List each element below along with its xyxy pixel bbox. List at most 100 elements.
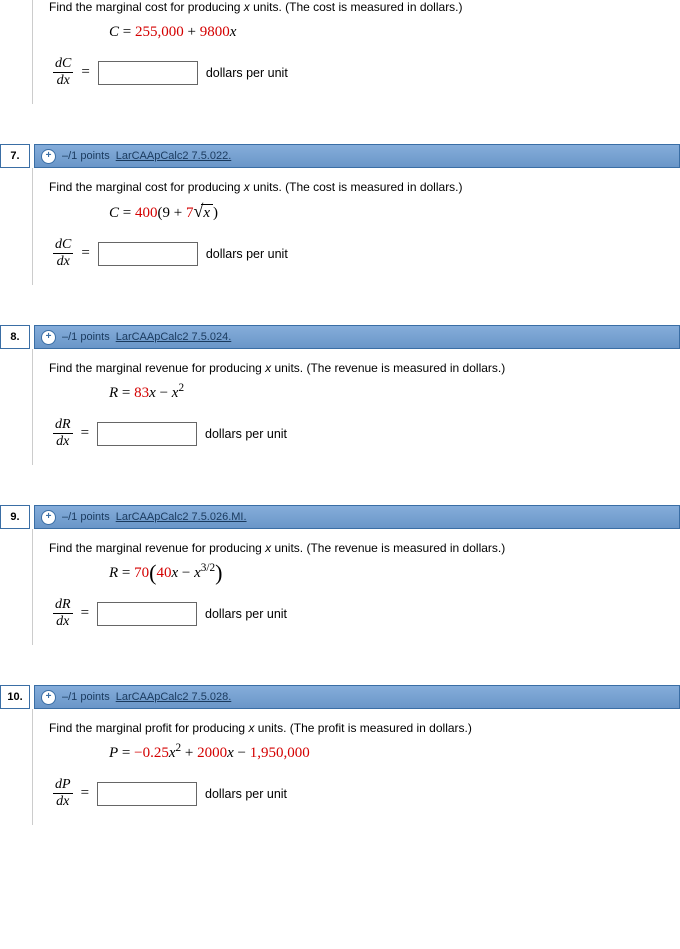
formula-eq: = xyxy=(118,565,134,581)
question-header: 9. + –/1 points LarCAApCalc2 7.5.026.MI. xyxy=(0,505,680,529)
deriv-top: dC xyxy=(53,57,73,73)
answer-row: dR dx = dollars per unit xyxy=(53,598,670,629)
question-number: 9. xyxy=(0,505,30,529)
expand-icon[interactable]: + xyxy=(41,149,56,164)
question-header-bar: + –/1 points LarCAApCalc2 7.5.028. xyxy=(34,685,680,709)
deriv-top: dP xyxy=(53,778,73,794)
answer-input[interactable] xyxy=(97,782,197,806)
prompt-part-b: units. (The revenue is measured in dolla… xyxy=(271,541,505,555)
question-header-bar: + –/1 points LarCAApCalc2 7.5.026.MI. xyxy=(34,505,680,529)
deriv-bot: dx xyxy=(56,794,69,809)
formula-lhs: P xyxy=(109,745,118,761)
deriv-top: dR xyxy=(53,598,73,614)
expand-icon[interactable]: + xyxy=(41,510,56,525)
points-text: –/1 points xyxy=(62,331,110,343)
formula-eq: = xyxy=(119,24,135,40)
question-content: Find the marginal profit for producing x… xyxy=(32,709,680,825)
prompt-text: Find the marginal revenue for producing … xyxy=(49,361,670,375)
formula-x2: x xyxy=(227,745,234,761)
reference-link[interactable]: LarCAApCalc2 7.5.024. xyxy=(116,331,232,343)
deriv-bot: dx xyxy=(56,614,69,629)
prompt-part-a: Find the marginal cost for producing xyxy=(49,0,244,14)
equals-sign: = xyxy=(81,245,89,262)
formula-lhs: R xyxy=(109,385,118,401)
prompt-part-b: units. (The revenue is measured in dolla… xyxy=(271,361,505,375)
big-paren-open: ( xyxy=(149,560,156,585)
prompt-part-b: units. (The cost is measured in dollars.… xyxy=(250,0,463,14)
reference-link[interactable]: LarCAApCalc2 7.5.022. xyxy=(116,150,232,162)
deriv-bot: dx xyxy=(56,434,69,449)
expand-icon[interactable]: + xyxy=(41,330,56,345)
sqrt-expression: √x xyxy=(193,204,213,222)
equals-sign: = xyxy=(81,64,89,81)
formula: C = 255,000 + 9800x xyxy=(109,24,670,41)
formula-eq: = xyxy=(119,205,135,221)
prompt-text: Find the marginal cost for producing x u… xyxy=(49,0,670,14)
formula-minus: − xyxy=(156,385,172,401)
formula-const-a: −0.25 xyxy=(134,745,169,761)
expand-icon[interactable]: + xyxy=(41,690,56,705)
points-text: –/1 points xyxy=(62,511,110,523)
answer-input[interactable] xyxy=(97,602,197,626)
unit-label: dollars per unit xyxy=(205,787,287,801)
formula-plus: + xyxy=(184,24,200,40)
question-8: 8. + –/1 points LarCAApCalc2 7.5.024. Fi… xyxy=(0,325,680,465)
answer-input[interactable] xyxy=(98,61,198,85)
formula-const-a: 70 xyxy=(134,565,149,581)
formula-paren-close: ) xyxy=(213,205,218,221)
formula-x: x xyxy=(230,24,237,40)
question-content: Find the marginal revenue for producing … xyxy=(32,349,680,465)
equals-sign: = xyxy=(81,425,89,442)
formula-lhs: C xyxy=(109,205,119,221)
unit-label: dollars per unit xyxy=(205,607,287,621)
formula-x2: x xyxy=(194,565,201,581)
question-content: Find the marginal cost for producing x u… xyxy=(32,0,680,104)
formula: R = 70(40x − x3/2) xyxy=(109,565,670,582)
answer-input[interactable] xyxy=(97,422,197,446)
prompt-part-b: units. (The cost is measured in dollars.… xyxy=(250,180,463,194)
unit-label: dollars per unit xyxy=(206,66,288,80)
formula-x1: x xyxy=(169,745,176,761)
formula-const-b: 7 xyxy=(186,205,194,221)
formula-minus: − xyxy=(234,745,250,761)
formula-lhs: C xyxy=(109,24,119,40)
answer-input[interactable] xyxy=(98,242,198,266)
formula-inner-a: 40 xyxy=(156,565,171,581)
derivative-symbol: dR dx xyxy=(53,598,73,629)
formula-eq: = xyxy=(118,385,134,401)
reference-link[interactable]: LarCAApCalc2 7.5.028. xyxy=(116,691,232,703)
question-header-bar: + –/1 points LarCAApCalc2 7.5.022. xyxy=(34,144,680,168)
radicand: x xyxy=(201,204,213,222)
question-number: 8. xyxy=(0,325,30,349)
formula-exp: 2 xyxy=(178,382,184,394)
big-paren-close: ) xyxy=(215,560,222,585)
prompt-text: Find the marginal profit for producing x… xyxy=(49,721,670,735)
formula-const-a: 400 xyxy=(135,205,158,221)
formula-const-b: 2000 xyxy=(197,745,227,761)
formula-eq: = xyxy=(118,745,134,761)
prompt-part-a: Find the marginal cost for producing xyxy=(49,180,244,194)
unit-label: dollars per unit xyxy=(206,247,288,261)
answer-row: dR dx = dollars per unit xyxy=(53,418,670,449)
prompt-part-a: Find the marginal profit for producing xyxy=(49,721,248,735)
question-header: 7. + –/1 points LarCAApCalc2 7.5.022. xyxy=(0,144,680,168)
reference-link[interactable]: LarCAApCalc2 7.5.026.MI. xyxy=(116,511,247,523)
formula-minus: − xyxy=(178,565,194,581)
question-9: 9. + –/1 points LarCAApCalc2 7.5.026.MI.… xyxy=(0,505,680,645)
prompt-text: Find the marginal cost for producing x u… xyxy=(49,180,670,194)
formula-exp: 3/2 xyxy=(201,562,215,574)
unit-label: dollars per unit xyxy=(205,427,287,441)
answer-row: dC dx = dollars per unit xyxy=(53,238,670,269)
formula-const-b: 9800 xyxy=(200,24,230,40)
equals-sign: = xyxy=(81,605,89,622)
formula: C = 400(9 + 7√x) xyxy=(109,204,670,222)
answer-row: dC dx = dollars per unit xyxy=(53,57,670,88)
deriv-top: dC xyxy=(53,238,73,254)
equals-sign: = xyxy=(81,785,89,802)
deriv-bot: dx xyxy=(57,73,70,88)
question-number: 10. xyxy=(0,685,30,709)
question-10: 10. + –/1 points LarCAApCalc2 7.5.028. F… xyxy=(0,685,680,825)
question-content: Find the marginal cost for producing x u… xyxy=(32,168,680,285)
formula-x1: x xyxy=(149,385,156,401)
prompt-part-b: units. (The profit is measured in dollar… xyxy=(254,721,471,735)
